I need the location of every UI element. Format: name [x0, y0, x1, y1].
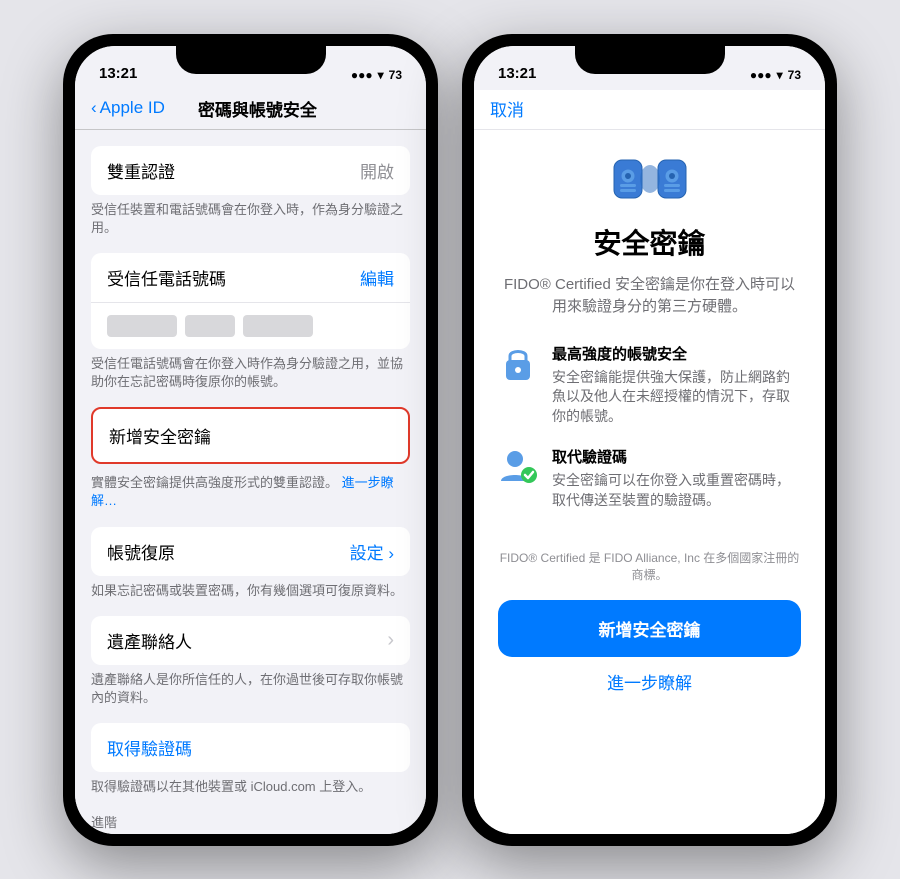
person-check-svg — [499, 447, 537, 485]
nav-bar-left: ‹ Apple ID 密碼與帳號安全 — [75, 90, 426, 130]
get-verify-card: 取得驗證碼 — [91, 723, 410, 772]
wifi-icon-right: ▾ — [777, 68, 783, 82]
account-recovery-card: 帳號復原 設定 › — [91, 527, 410, 576]
back-button-left[interactable]: ‹ Apple ID — [91, 98, 165, 118]
back-label[interactable]: Apple ID — [100, 98, 165, 118]
trusted-phone-label: 受信任電話號碼 — [107, 265, 226, 290]
security-key-title: 安全密鑰 — [498, 222, 801, 262]
nav-title-left: 密碼與帳號安全 — [165, 96, 350, 121]
feature-2-desc: 安全密鑰可以在你登入或重置密碼時，取代傳送至裝置的驗證碼。 — [552, 471, 801, 510]
add-security-key-row[interactable]: 新增安全密鑰 — [91, 407, 410, 464]
advanced-section: 進階 自動驗證 允許 iCloud 自動以私密方式驗證你的裝置和帳號，以略過 A… — [75, 812, 426, 833]
legacy-contact-section: 遺產聯絡人 遺產聯絡人是你所信任的人，在你過世後可存取你帳號內的資料。 — [75, 616, 426, 707]
blur-box-3 — [243, 315, 313, 337]
trusted-phone-header-row: 受信任電話號碼 編輯 — [91, 253, 410, 303]
time-left: 13:21 — [99, 65, 137, 82]
get-verify-row[interactable]: 取得驗證碼 — [91, 723, 410, 772]
get-verify-label: 取得驗證碼 — [107, 735, 192, 760]
nav-bar-right: 取消 — [474, 90, 825, 130]
signal-icon-right: ●●● — [750, 68, 772, 82]
wifi-icon: ▾ — [378, 68, 384, 82]
notch — [176, 46, 326, 74]
learn-more-button[interactable]: 進一步瞭解 — [498, 669, 801, 714]
phone-number-row — [91, 303, 410, 349]
two-factor-desc: 受信任裝置和電話號碼會在你登入時，作為身分驗證之用。 — [75, 195, 426, 237]
legacy-contact-label: 遺產聯絡人 — [107, 628, 192, 653]
account-recovery-label: 帳號復原 — [107, 539, 175, 564]
feature-1-content: 最高強度的帳號安全 安全密鑰能提供強大保護，防止網路釣魚以及他人在未經授權的情況… — [552, 343, 801, 427]
account-recovery-value: 設定 › — [350, 539, 394, 564]
two-factor-label: 雙重認證 — [107, 158, 175, 183]
feature-2-title: 取代驗證碼 — [552, 446, 801, 467]
person-check-icon — [498, 446, 538, 486]
left-screen-content: 雙重認證 開啟 受信任裝置和電話號碼會在你登入時，作為身分驗證之用。 受信任電話… — [75, 130, 426, 834]
blur-box-1 — [107, 315, 177, 337]
account-recovery-desc: 如果忘記密碼或裝置密碼，你有幾個選項可復原資料。 — [75, 576, 426, 600]
add-security-key-desc-text: 實體安全密鑰提供高強度形式的雙重認證。 — [91, 475, 338, 490]
status-icons-right: ●●● ▾ 73 — [750, 68, 801, 82]
right-screen-content: 安全密鑰 FIDO® Certified 安全密鑰是你在登入時可以用來驗證身分的… — [474, 130, 825, 834]
feature-1-row: 最高強度的帳號安全 安全密鑰能提供強大保護，防止網路釣魚以及他人在未經授權的情況… — [498, 343, 801, 427]
add-security-key-button[interactable]: 新增安全密鑰 — [498, 600, 801, 657]
back-chevron-icon: ‹ — [91, 98, 97, 118]
feature-2-row: 取代驗證碼 安全密鑰可以在你登入或重置密碼時，取代傳送至裝置的驗證碼。 — [498, 446, 801, 510]
get-verify-desc: 取得驗證碼以在其他裝置或 iCloud.com 上登入。 — [75, 772, 426, 796]
advanced-label: 進階 — [75, 812, 426, 833]
trusted-phone-card: 受信任電話號碼 編輯 — [91, 253, 410, 349]
security-key-icon — [498, 150, 801, 210]
two-factor-row[interactable]: 雙重認證 開啟 — [91, 146, 410, 195]
security-key-intro: FIDO® Certified 安全密鑰是你在登入時可以用來驗證身分的第三方硬體… — [498, 274, 801, 319]
legacy-contact-chevron — [387, 629, 394, 652]
legacy-contact-desc: 遺產聯絡人是你所信任的人，在你過世後可存取你帳號內的資料。 — [75, 665, 426, 707]
two-factor-value: 開啟 — [360, 158, 394, 183]
blur-box-2 — [185, 315, 235, 337]
signal-icon: ●●● — [351, 68, 373, 82]
get-verify-section: 取得驗證碼 取得驗證碼以在其他裝置或 iCloud.com 上登入。 — [75, 723, 426, 796]
account-recovery-section: 帳號復原 設定 › 如果忘記密碼或裝置密碼，你有幾個選項可復原資料。 — [75, 527, 426, 600]
fido-note: FIDO® Certified 是 FIDO Alliance, Inc 在多個… — [498, 530, 801, 600]
trusted-phone-section: 受信任電話號碼 編輯 受信任電話號碼會在你登入時作為身分驗證之用，並協助你在忘記… — [75, 253, 426, 391]
notch-right — [575, 46, 725, 74]
cancel-button[interactable]: 取消 — [490, 93, 524, 124]
lock-svg — [502, 344, 534, 382]
status-icons-left: ●●● ▾ 73 — [351, 68, 402, 82]
feature-2-content: 取代驗證碼 安全密鑰可以在你登入或重置密碼時，取代傳送至裝置的驗證碼。 — [552, 446, 801, 510]
left-phone: 13:21 ●●● ▾ 73 ‹ Apple ID 密碼與帳號安全 雙重認證 — [63, 34, 438, 846]
battery-icon: 73 — [389, 68, 402, 82]
lock-icon — [498, 343, 538, 383]
phone-blur — [107, 315, 313, 337]
two-factor-section: 雙重認證 開啟 受信任裝置和電話號碼會在你登入時，作為身分驗證之用。 — [75, 146, 426, 237]
time-right: 13:21 — [498, 65, 536, 82]
security-key-svg — [610, 150, 690, 210]
battery-icon-right: 73 — [788, 68, 801, 82]
right-phone: 13:21 ●●● ▾ 73 取消 — [462, 34, 837, 846]
account-recovery-row[interactable]: 帳號復原 設定 › — [91, 527, 410, 576]
add-security-key-label: 新增安全密鑰 — [109, 428, 211, 447]
trusted-phone-edit[interactable]: 編輯 — [360, 265, 394, 290]
feature-1-title: 最高強度的帳號安全 — [552, 343, 801, 364]
two-factor-card: 雙重認證 開啟 — [91, 146, 410, 195]
trusted-phone-desc: 受信任電話號碼會在你登入時作為身分驗證之用，並協助你在忘記密碼時復原你的帳號。 — [75, 349, 426, 391]
legacy-contact-card: 遺產聯絡人 — [91, 616, 410, 665]
add-security-key-desc: 實體安全密鑰提供高強度形式的雙重認證。 進一步瞭解… — [75, 468, 426, 510]
feature-1-desc: 安全密鑰能提供強大保護，防止網路釣魚以及他人在未經授權的情況下，存取你的帳號。 — [552, 368, 801, 427]
legacy-contact-row[interactable]: 遺產聯絡人 — [91, 616, 410, 665]
